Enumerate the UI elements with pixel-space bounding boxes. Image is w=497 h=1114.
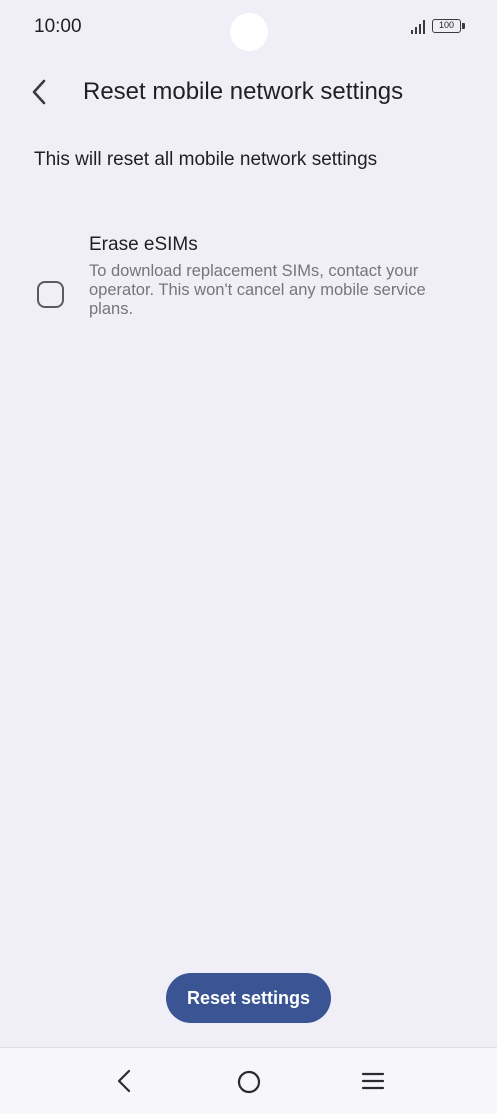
status-time: 10:00 bbox=[34, 16, 82, 37]
nav-recent-apps-icon[interactable] bbox=[360, 1070, 386, 1092]
reset-description: This will reset all mobile network setti… bbox=[34, 149, 378, 170]
app-bar: Reset mobile network settings bbox=[0, 62, 497, 122]
erase-esims-checkbox[interactable] bbox=[37, 281, 64, 308]
battery-tip bbox=[462, 23, 465, 29]
page-title: Reset mobile network settings bbox=[83, 78, 404, 105]
chevron-left-icon bbox=[32, 79, 46, 105]
battery-level: 100 bbox=[432, 19, 461, 33]
nav-back-icon[interactable] bbox=[112, 1068, 136, 1094]
navigation-bar bbox=[0, 1047, 497, 1114]
option-subtitle: To download replacement SIMs, contact yo… bbox=[89, 262, 426, 318]
camera-cutout bbox=[230, 13, 268, 51]
nav-home-icon[interactable] bbox=[236, 1069, 262, 1095]
back-button[interactable] bbox=[22, 72, 56, 112]
battery-icon: 100 bbox=[432, 19, 466, 33]
erase-esims-option[interactable]: Erase eSIMs To download replacement SIMs… bbox=[20, 225, 477, 335]
signal-bars-icon bbox=[411, 20, 425, 34]
reset-settings-button[interactable]: Reset settings bbox=[166, 973, 331, 1023]
option-title: Erase eSIMs bbox=[89, 234, 198, 255]
status-bar: 10:00 100 bbox=[0, 0, 497, 52]
